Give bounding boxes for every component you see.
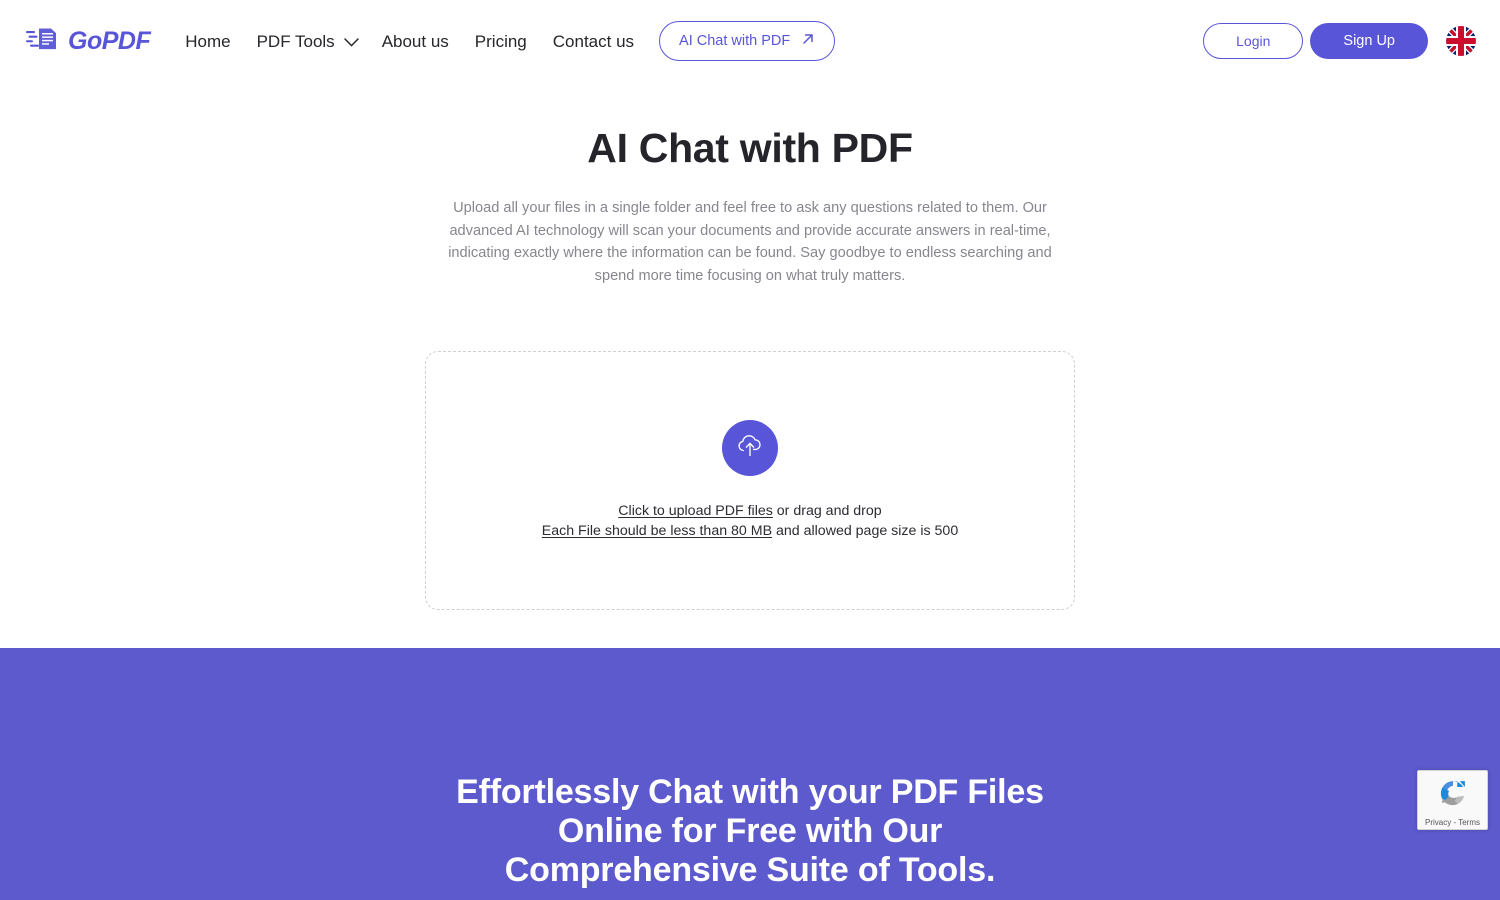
upload-dropzone[interactable]: Click to upload PDF files or drag and dr… bbox=[425, 351, 1075, 611]
recaptcha-badge[interactable]: Privacy - Terms bbox=[1417, 770, 1488, 830]
upload-primary-rest: or drag and drop bbox=[772, 503, 882, 520]
upload-click-link[interactable]: Click to upload PDF files bbox=[618, 503, 773, 519]
nav-item-about-us[interactable]: About us bbox=[369, 27, 462, 56]
signup-button[interactable]: Sign Up bbox=[1310, 22, 1428, 60]
promo-title-line-2: Online for Free with Our bbox=[557, 812, 943, 850]
page-root: GoPDF Home PDF Tools About us Pricing Co… bbox=[0, 0, 1500, 900]
upload-constraint-text: Each File should be less than 80 MB and … bbox=[542, 522, 958, 542]
upload-size-limit-link: Each File should be less than 80 MB bbox=[541, 522, 773, 539]
cloud-upload-icon bbox=[735, 433, 765, 464]
hero-description: Upload all your files in a single folder… bbox=[448, 200, 1052, 284]
nav-pill-label: AI Chat with PDF bbox=[679, 32, 791, 49]
nav-label-about-us: About us bbox=[381, 31, 449, 51]
promo-title-line-3: Comprehensive Suite of Tools. bbox=[504, 851, 996, 889]
nav-label-contact-us: Contact us bbox=[552, 31, 635, 51]
main-navigation: Home PDF Tools About us Pricing Contact … bbox=[172, 21, 836, 61]
nav-label-pdf-tools: PDF Tools bbox=[256, 31, 335, 51]
recaptcha-privacy-terms[interactable]: Privacy - Terms bbox=[1425, 818, 1480, 827]
promo-title-line-1: Effortlessly Chat with your PDF Files bbox=[456, 773, 1044, 811]
nav-item-pricing[interactable]: Pricing bbox=[462, 27, 540, 56]
nav-item-pdf-tools[interactable]: PDF Tools bbox=[244, 27, 369, 56]
document-motion-logo-icon bbox=[26, 26, 64, 57]
brand-name: GoPDF bbox=[68, 26, 151, 55]
promo-band: Effortlessly Chat with your PDF Files On… bbox=[0, 648, 1500, 900]
promo-band-title: Effortlessly Chat with your PDF Files On… bbox=[0, 773, 1500, 890]
upload-constraint-rest: and allowed page size is 500 bbox=[772, 522, 959, 539]
nav-item-ai-chat-with-pdf[interactable]: AI Chat with PDF bbox=[659, 21, 836, 61]
site-header: GoPDF Home PDF Tools About us Pricing Co… bbox=[0, 0, 1500, 82]
page-title: AI Chat with PDF bbox=[587, 125, 913, 171]
upload-primary-text: Click to upload PDF files or drag and dr… bbox=[618, 502, 881, 522]
arrow-up-right-icon bbox=[801, 32, 815, 50]
upload-icon-circle bbox=[722, 420, 778, 477]
upload-section: Click to upload PDF files or drag and dr… bbox=[0, 351, 1500, 611]
uk-flag-icon[interactable] bbox=[1446, 26, 1476, 56]
nav-label-pricing: Pricing bbox=[474, 31, 527, 51]
hero-section: AI Chat with PDF Upload all your files i… bbox=[0, 82, 1500, 287]
brand-logo[interactable]: GoPDF bbox=[26, 26, 151, 57]
nav-item-contact-us[interactable]: Contact us bbox=[540, 27, 647, 56]
nav-item-home[interactable]: Home bbox=[172, 27, 243, 56]
chevron-down-icon bbox=[343, 33, 359, 50]
nav-label-home: Home bbox=[185, 31, 231, 51]
recaptcha-icon bbox=[1436, 776, 1470, 815]
login-button[interactable]: Login bbox=[1203, 23, 1304, 59]
header-actions: Login Sign Up bbox=[1203, 22, 1476, 60]
